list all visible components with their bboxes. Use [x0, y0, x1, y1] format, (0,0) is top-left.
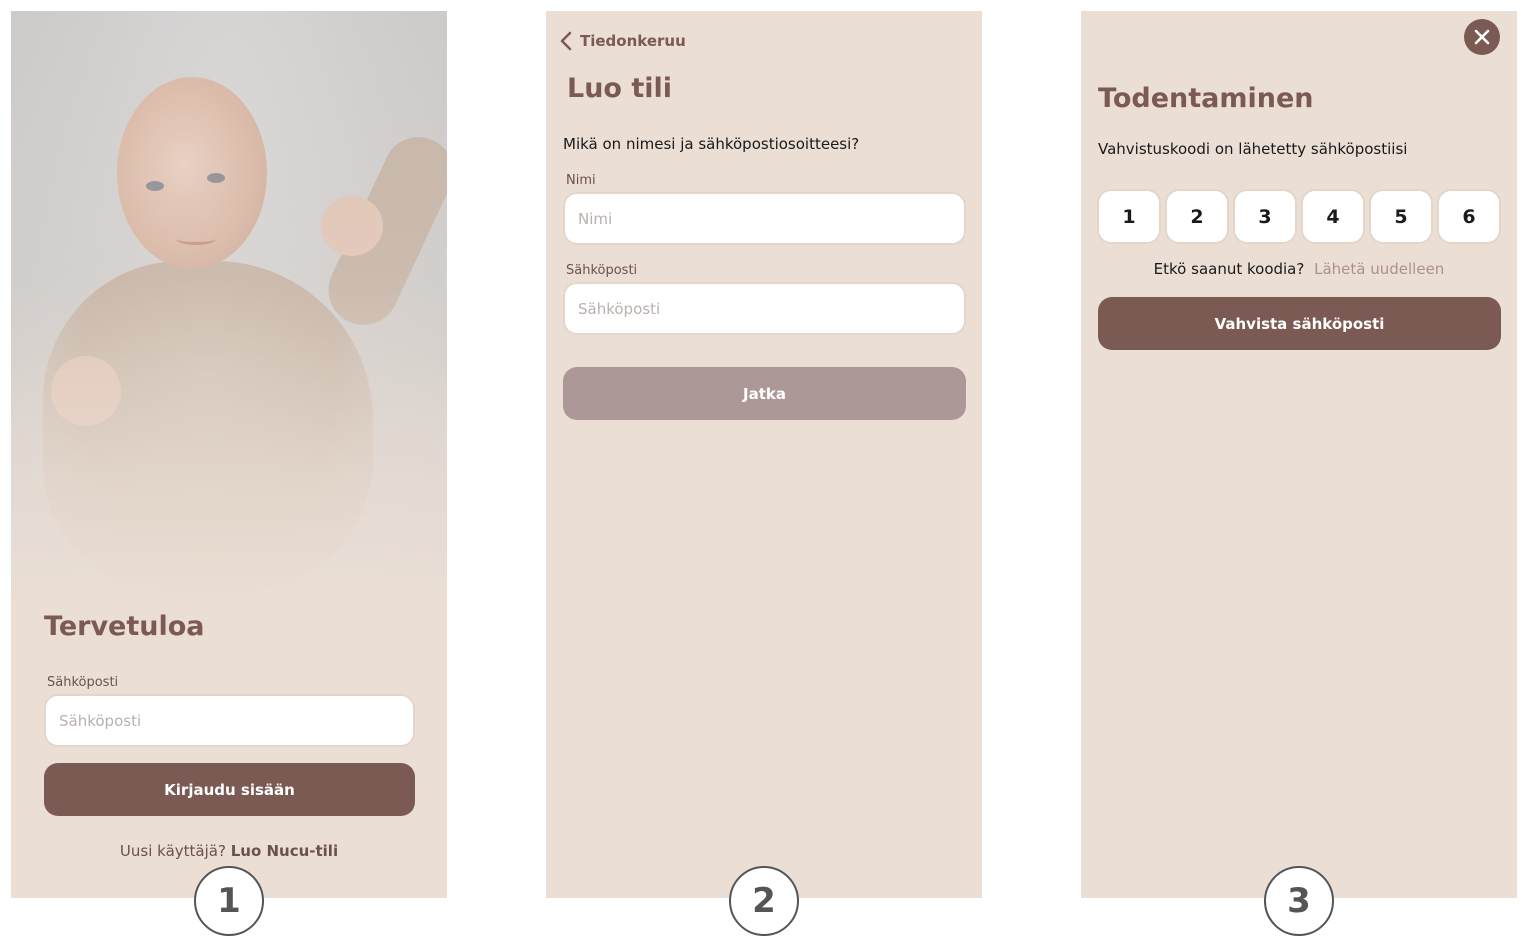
form-question: Mikä on nimesi ja sähköpostiosoitteesi?: [563, 135, 860, 153]
create-account-link[interactable]: Luo Nucu-tili: [231, 842, 338, 860]
code-digit-field[interactable]: 6: [1437, 189, 1501, 244]
back-label: Tiedonkeruu: [580, 32, 686, 50]
step-badge: 3: [1264, 866, 1334, 936]
email-field[interactable]: Sähköposti: [44, 694, 415, 747]
resend-prompt: Etkö saanut koodia? Lähetä uudelleen: [1081, 260, 1517, 278]
back-button[interactable]: Tiedonkeruu: [560, 31, 686, 51]
login-button[interactable]: Kirjaudu sisään: [44, 763, 415, 816]
close-button[interactable]: [1464, 19, 1500, 55]
email-label: Sähköposti: [566, 263, 638, 278]
verification-code-inputs: 1 2 3 4 5 6: [1097, 189, 1501, 244]
name-field[interactable]: Nimi: [563, 192, 966, 245]
code-digit-field[interactable]: 1: [1097, 189, 1161, 244]
create-account-screen: Tiedonkeruu Luo tili Mikä on nimesi ja s…: [546, 11, 982, 898]
signup-prompt: Uusi käyttäjä? Luo Nucu-tili: [11, 842, 447, 860]
page-title: Luo tili: [567, 73, 673, 104]
email-label: Sähköposti: [47, 675, 119, 690]
code-digit-field[interactable]: 4: [1301, 189, 1365, 244]
welcome-title: Tervetuloa: [44, 611, 205, 642]
new-user-text: Uusi käyttäjä?: [119, 842, 226, 860]
confirm-email-button[interactable]: Vahvista sähköposti: [1098, 297, 1501, 350]
verification-screen: Todentaminen Vahvistuskoodi on lähetetty…: [1081, 11, 1517, 898]
no-code-text: Etkö saanut koodia?: [1153, 260, 1305, 278]
name-label: Nimi: [566, 173, 596, 188]
code-digit-field[interactable]: 5: [1369, 189, 1433, 244]
step-badge: 2: [729, 866, 799, 936]
resend-link[interactable]: Lähetä uudelleen: [1314, 260, 1444, 278]
chevron-left-icon: [560, 31, 572, 51]
verification-subtitle: Vahvistuskoodi on lähetetty sähköpostiis…: [1098, 140, 1408, 158]
step-badge: 1: [194, 866, 264, 936]
email-field[interactable]: Sähköposti: [563, 282, 966, 335]
code-digit-field[interactable]: 2: [1165, 189, 1229, 244]
hero-baby-photo: [11, 11, 447, 611]
close-icon: [1474, 29, 1490, 45]
code-digit-field[interactable]: 3: [1233, 189, 1297, 244]
login-screen: Tervetuloa Sähköposti Sähköposti Kirjaud…: [11, 11, 447, 898]
page-title: Todentaminen: [1098, 83, 1314, 114]
continue-button[interactable]: Jatka: [563, 367, 966, 420]
